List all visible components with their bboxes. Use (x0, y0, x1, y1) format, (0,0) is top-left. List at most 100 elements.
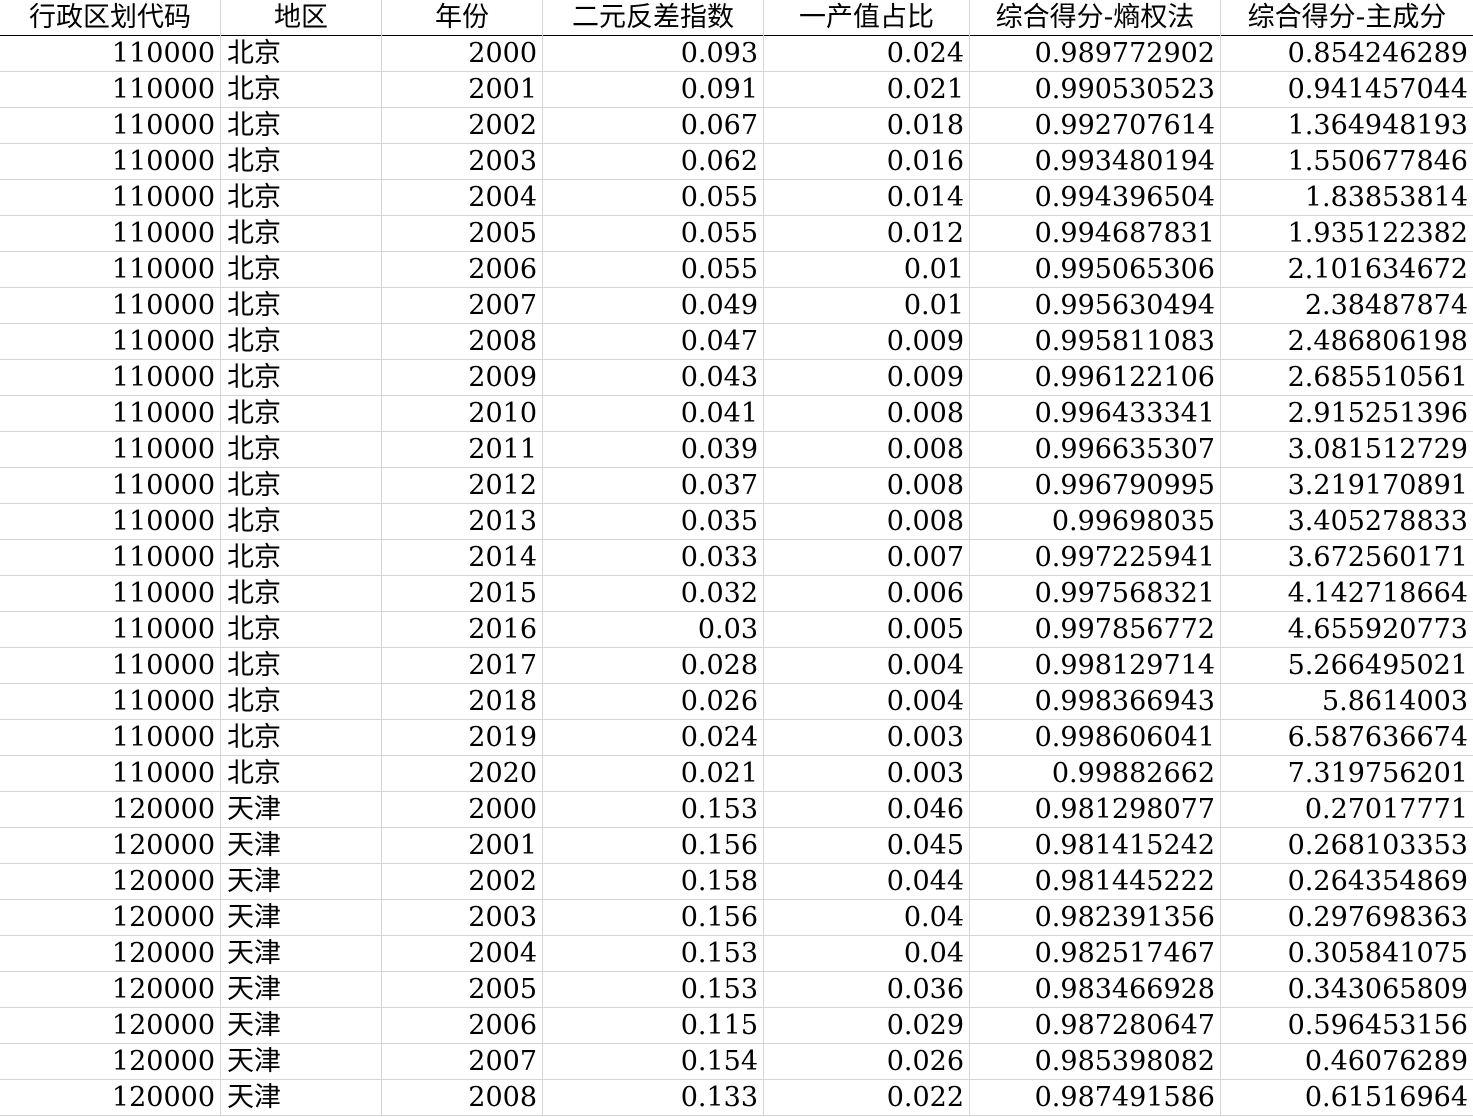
cell-primary-industry-share[interactable]: 0.004 (764, 648, 970, 684)
cell-year[interactable]: 2010 (382, 396, 543, 432)
cell-primary-industry-share[interactable]: 0.026 (764, 1044, 970, 1080)
cell-code[interactable]: 110000 (0, 324, 221, 360)
cell-code[interactable]: 110000 (0, 72, 221, 108)
cell-score-pca[interactable]: 0.854246289 (1221, 36, 1473, 72)
cell-year[interactable]: 2016 (382, 612, 543, 648)
cell-score-entropy[interactable]: 0.997568321 (970, 576, 1221, 612)
cell-dual-contrast-index[interactable]: 0.055 (543, 180, 764, 216)
cell-score-pca[interactable]: 3.081512729 (1221, 432, 1473, 468)
cell-year[interactable]: 2019 (382, 720, 543, 756)
cell-score-pca[interactable]: 4.142718664 (1221, 576, 1473, 612)
cell-score-entropy[interactable]: 0.987491586 (970, 1080, 1221, 1116)
header-cell-score-pca[interactable]: 综合得分-主成分 (1221, 0, 1473, 36)
cell-dual-contrast-index[interactable]: 0.158 (543, 864, 764, 900)
cell-primary-industry-share[interactable]: 0.004 (764, 684, 970, 720)
cell-dual-contrast-index[interactable]: 0.035 (543, 504, 764, 540)
cell-score-pca[interactable]: 2.915251396 (1221, 396, 1473, 432)
cell-primary-industry-share[interactable]: 0.021 (764, 72, 970, 108)
cell-score-entropy[interactable]: 0.994396504 (970, 180, 1221, 216)
cell-score-entropy[interactable]: 0.981445222 (970, 864, 1221, 900)
cell-score-pca[interactable]: 0.27017771 (1221, 792, 1473, 828)
cell-year[interactable]: 2004 (382, 180, 543, 216)
cell-score-pca[interactable]: 2.685510561 (1221, 360, 1473, 396)
cell-primary-industry-share[interactable]: 0.01 (764, 252, 970, 288)
cell-year[interactable]: 2015 (382, 576, 543, 612)
cell-score-entropy[interactable]: 0.993480194 (970, 144, 1221, 180)
cell-code[interactable]: 120000 (0, 1008, 221, 1044)
cell-score-pca[interactable]: 0.61516964 (1221, 1080, 1473, 1116)
cell-year[interactable]: 2003 (382, 900, 543, 936)
cell-score-entropy[interactable]: 0.992707614 (970, 108, 1221, 144)
cell-year[interactable]: 2004 (382, 936, 543, 972)
cell-dual-contrast-index[interactable]: 0.156 (543, 828, 764, 864)
cell-dual-contrast-index[interactable]: 0.033 (543, 540, 764, 576)
cell-dual-contrast-index[interactable]: 0.156 (543, 900, 764, 936)
cell-code[interactable]: 120000 (0, 936, 221, 972)
cell-year[interactable]: 2009 (382, 360, 543, 396)
cell-primary-industry-share[interactable]: 0.04 (764, 936, 970, 972)
cell-score-entropy[interactable]: 0.997225941 (970, 540, 1221, 576)
cell-code[interactable]: 110000 (0, 252, 221, 288)
cell-primary-industry-share[interactable]: 0.003 (764, 720, 970, 756)
cell-score-entropy[interactable]: 0.987280647 (970, 1008, 1221, 1044)
cell-dual-contrast-index[interactable]: 0.055 (543, 252, 764, 288)
cell-dual-contrast-index[interactable]: 0.03 (543, 612, 764, 648)
cell-primary-industry-share[interactable]: 0.009 (764, 324, 970, 360)
cell-dual-contrast-index[interactable]: 0.067 (543, 108, 764, 144)
cell-primary-industry-share[interactable]: 0.04 (764, 900, 970, 936)
cell-dual-contrast-index[interactable]: 0.021 (543, 756, 764, 792)
cell-code[interactable]: 110000 (0, 144, 221, 180)
cell-score-pca[interactable]: 2.38487874 (1221, 288, 1473, 324)
cell-code[interactable]: 110000 (0, 288, 221, 324)
cell-score-pca[interactable]: 1.364948193 (1221, 108, 1473, 144)
cell-code[interactable]: 110000 (0, 396, 221, 432)
header-cell-primary-industry-share[interactable]: 一产值占比 (764, 0, 970, 36)
cell-score-pca[interactable]: 4.655920773 (1221, 612, 1473, 648)
cell-year[interactable]: 2017 (382, 648, 543, 684)
cell-score-pca[interactable]: 1.935122382 (1221, 216, 1473, 252)
cell-year[interactable]: 2000 (382, 36, 543, 72)
cell-dual-contrast-index[interactable]: 0.153 (543, 972, 764, 1008)
cell-score-entropy[interactable]: 0.998129714 (970, 648, 1221, 684)
cell-code[interactable]: 110000 (0, 432, 221, 468)
cell-score-pca[interactable]: 0.297698363 (1221, 900, 1473, 936)
cell-primary-industry-share[interactable]: 0.029 (764, 1008, 970, 1044)
cell-dual-contrast-index[interactable]: 0.041 (543, 396, 764, 432)
cell-year[interactable]: 2018 (382, 684, 543, 720)
cell-code[interactable]: 110000 (0, 720, 221, 756)
cell-score-entropy[interactable]: 0.996433341 (970, 396, 1221, 432)
cell-primary-industry-share[interactable]: 0.003 (764, 756, 970, 792)
cell-score-pca[interactable]: 0.46076289 (1221, 1044, 1473, 1080)
cell-code[interactable]: 110000 (0, 468, 221, 504)
cell-dual-contrast-index[interactable]: 0.047 (543, 324, 764, 360)
cell-code[interactable]: 120000 (0, 792, 221, 828)
cell-score-entropy[interactable]: 0.995065306 (970, 252, 1221, 288)
cell-score-entropy[interactable]: 0.998366943 (970, 684, 1221, 720)
cell-score-entropy[interactable]: 0.982517467 (970, 936, 1221, 972)
cell-dual-contrast-index[interactable]: 0.049 (543, 288, 764, 324)
cell-year[interactable]: 2020 (382, 756, 543, 792)
cell-code[interactable]: 120000 (0, 828, 221, 864)
cell-score-pca[interactable]: 0.941457044 (1221, 72, 1473, 108)
cell-score-pca[interactable]: 0.343065809 (1221, 972, 1473, 1008)
cell-code[interactable]: 110000 (0, 684, 221, 720)
cell-score-entropy[interactable]: 0.998606041 (970, 720, 1221, 756)
cell-score-entropy[interactable]: 0.995811083 (970, 324, 1221, 360)
cell-dual-contrast-index[interactable]: 0.037 (543, 468, 764, 504)
cell-dual-contrast-index[interactable]: 0.154 (543, 1044, 764, 1080)
cell-score-pca[interactable]: 2.486806198 (1221, 324, 1473, 360)
cell-primary-industry-share[interactable]: 0.008 (764, 432, 970, 468)
cell-dual-contrast-index[interactable]: 0.039 (543, 432, 764, 468)
cell-primary-industry-share[interactable]: 0.012 (764, 216, 970, 252)
cell-score-pca[interactable]: 3.219170891 (1221, 468, 1473, 504)
cell-score-entropy[interactable]: 0.996790995 (970, 468, 1221, 504)
cell-primary-industry-share[interactable]: 0.036 (764, 972, 970, 1008)
cell-code[interactable]: 110000 (0, 540, 221, 576)
cell-dual-contrast-index[interactable]: 0.043 (543, 360, 764, 396)
header-cell-region[interactable]: 地区 (221, 0, 382, 36)
cell-year[interactable]: 2006 (382, 1008, 543, 1044)
cell-code[interactable]: 120000 (0, 864, 221, 900)
cell-score-pca[interactable]: 1.550677846 (1221, 144, 1473, 180)
cell-dual-contrast-index[interactable]: 0.024 (543, 720, 764, 756)
cell-primary-industry-share[interactable]: 0.007 (764, 540, 970, 576)
